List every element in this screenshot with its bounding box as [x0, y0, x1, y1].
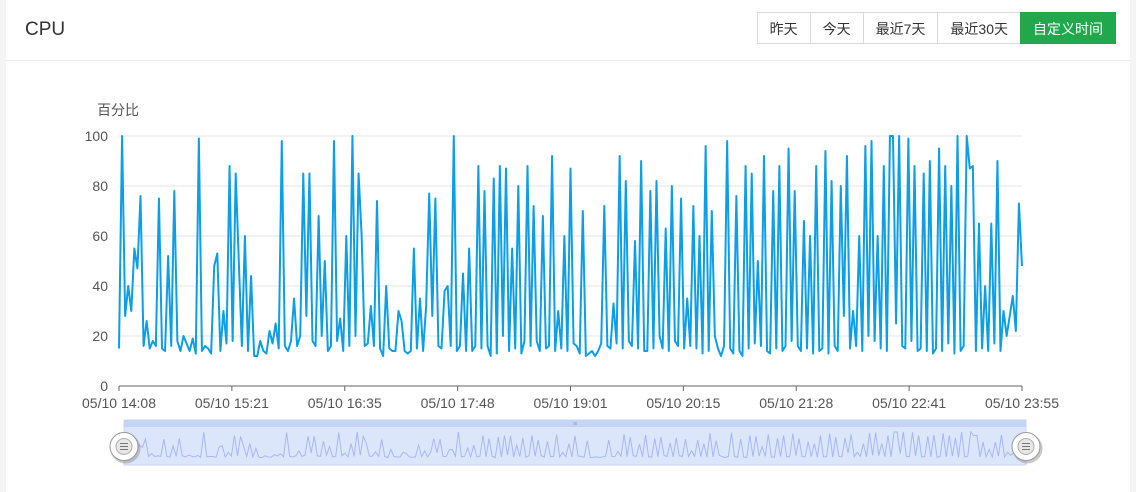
x-tick-label: 05/10 15:21	[195, 395, 269, 411]
x-tick-label: 05/10 20:15	[646, 395, 720, 411]
cpu-line-chart: 百分比 0 20 40 60 80 100 05/10 14:08 05/10 15:21 05…	[82, 102, 1059, 466]
x-tick-label: 05/10 19:01	[534, 395, 608, 411]
y-tick-label: 100	[85, 128, 109, 144]
y-tick-label: 80	[92, 178, 108, 194]
data-zoom-slider[interactable]: ≡	[109, 419, 1043, 466]
x-tick-label: 05/10 23:55	[985, 395, 1059, 411]
x-tick-label: 05/10 21:28	[759, 395, 833, 411]
y-tick-label: 20	[92, 328, 108, 344]
x-tick-label: 05/10 14:08	[82, 395, 156, 411]
y-tick-label: 60	[92, 228, 108, 244]
cpu-series-line	[118, 135, 1023, 357]
x-tick-label: 05/10 16:35	[308, 395, 382, 411]
y-tick-label: 0	[100, 378, 108, 394]
y-tick-label: 40	[92, 278, 108, 294]
slider-grip-icon: ≡	[573, 421, 577, 428]
x-tick-label: 05/10 22:41	[872, 395, 946, 411]
x-tick-label: 05/10 17:48	[421, 395, 495, 411]
y-axis-label: 百分比	[97, 102, 139, 118]
